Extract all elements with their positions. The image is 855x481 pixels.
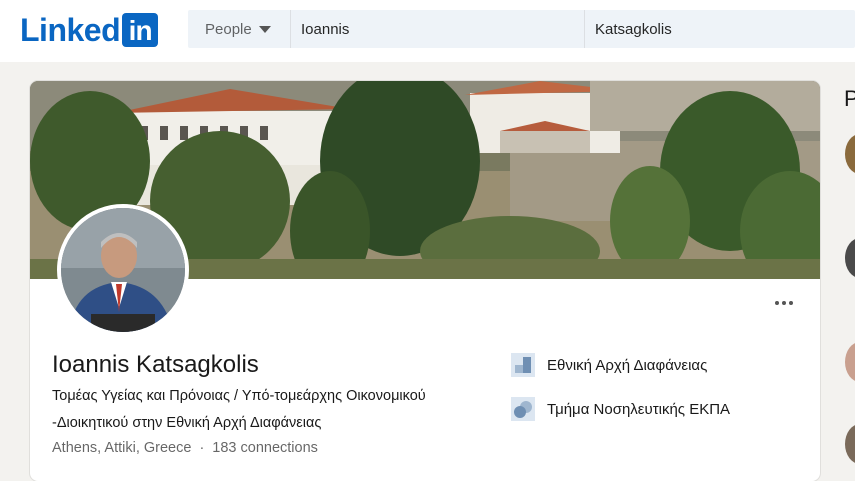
profile-name: Ioannis Katsagkolis (52, 351, 259, 378)
suggested-profile-avatar[interactable] (845, 424, 855, 464)
profile-location: Athens, Attiki, Greece (52, 440, 192, 456)
more-actions-button[interactable] (767, 289, 801, 317)
search-type-dropdown[interactable]: People (188, 10, 291, 48)
first-name-search-input[interactable]: Ioannis (291, 10, 585, 48)
suggested-profile-avatar[interactable] (845, 342, 855, 382)
caret-down-icon (258, 25, 271, 33)
company-name: Εθνική Αρχή Διαφάνειας (547, 356, 708, 374)
suggested-profile-avatar[interactable] (845, 238, 855, 278)
logo-wordmark: Linked (20, 12, 121, 48)
school-logo-icon (511, 397, 535, 421)
profile-headline: Τομέας Υγείας και Πρόνοιας / Υπό-τομεάρχ… (52, 383, 472, 437)
profile-photo (61, 208, 185, 332)
more-dot-icon (789, 301, 793, 305)
company-logo-icon (511, 353, 535, 377)
search-type-label: People (205, 20, 252, 38)
headline-line-2: -Διοικητικού στην Εθνική Αρχή Διαφάνειας (52, 415, 322, 431)
suggested-profile-avatar[interactable] (845, 134, 855, 174)
connections-count[interactable]: 183 connections (212, 440, 318, 456)
profile-photo-avatar[interactable] (57, 204, 189, 336)
location-connections-row: Athens, Attiki, Greece · 183 connections (52, 440, 318, 456)
people-search-bar: People Ioannis Katsagkolis (188, 10, 855, 48)
more-dot-icon (775, 301, 779, 305)
profile-card: Ioannis Katsagkolis Τομέας Υγείας και Πρ… (30, 81, 820, 481)
current-company-link[interactable]: Εθνική Αρχή Διαφάνειας (511, 353, 707, 377)
last-name-search-input[interactable]: Katsagkolis (585, 10, 855, 48)
education-school-link[interactable]: Τμήμα Νοσηλευτικής ΕΚΠΑ (511, 397, 730, 421)
sidebar-heading-partial: P (844, 86, 855, 111)
headline-line-1: Τομέας Υγείας και Πρόνοιας / Υπό-τομεάρχ… (52, 388, 426, 404)
logo-in-badge: in (122, 13, 159, 47)
separator-dot: · (199, 440, 205, 456)
school-name: Τμήμα Νοσηλευτικής ΕΚΠΑ (547, 400, 731, 418)
linkedin-logo[interactable]: Linked in (20, 12, 159, 48)
top-navigation-bar: Linked in People Ioannis Katsagkolis (0, 0, 855, 62)
more-dot-icon (782, 301, 786, 305)
